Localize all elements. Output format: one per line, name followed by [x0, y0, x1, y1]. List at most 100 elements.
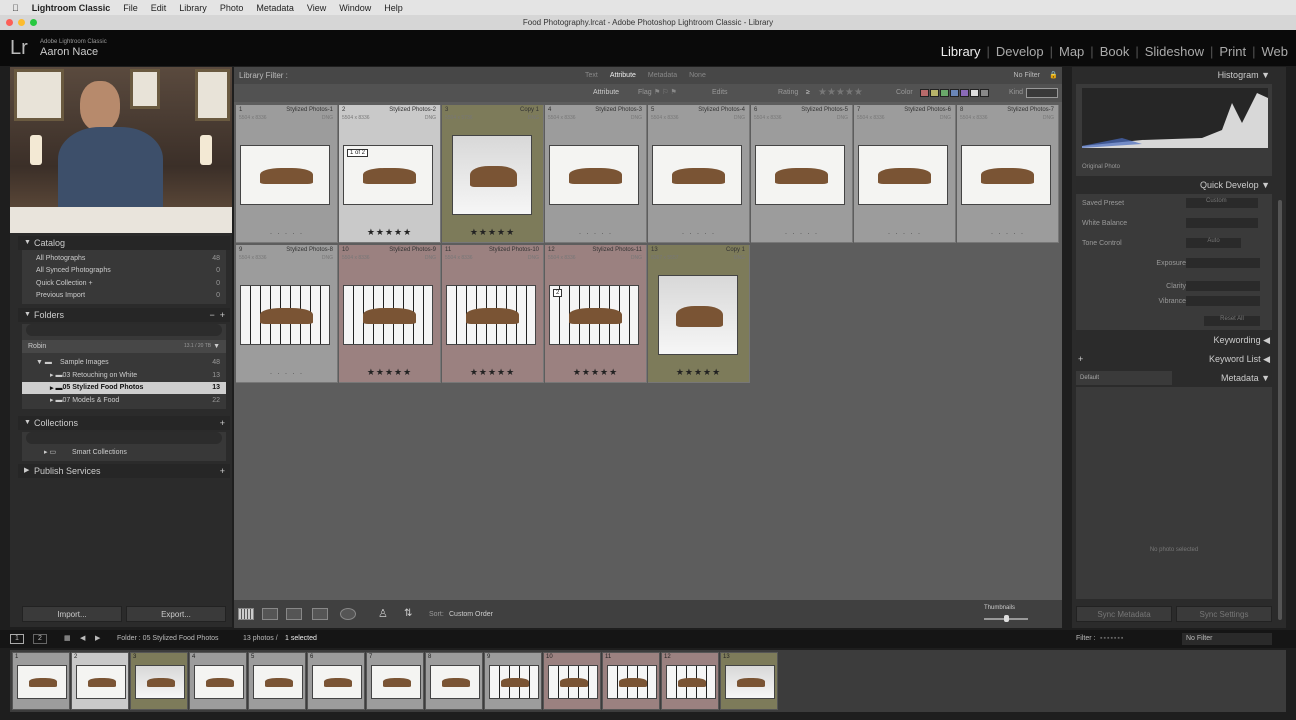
catalog-item[interactable]: All Synced Photographs 0: [22, 265, 226, 278]
folder-item[interactable]: ▸ ▬ 07 Models & Food 22: [22, 394, 226, 407]
filmstrip-thumbnail[interactable]: 2: [71, 652, 129, 710]
photo-thumbnail[interactable]: [548, 665, 598, 699]
grid-icon[interactable]: ▦: [64, 630, 71, 648]
sync-metadata-button[interactable]: Sync Metadata: [1076, 606, 1172, 622]
photo-thumbnail[interactable]: [961, 145, 1051, 205]
lock-icon[interactable]: 🔒: [1049, 67, 1058, 84]
module-develop[interactable]: Develop: [996, 44, 1044, 59]
photo-thumbnail[interactable]: [240, 145, 330, 205]
sort-select[interactable]: Custom Order: [449, 611, 493, 618]
photo-thumbnail[interactable]: [452, 135, 532, 215]
grid-view-button[interactable]: [238, 608, 254, 620]
grid-cell[interactable]: 10 Stylized Photos-9 5504 x 8336 DNG ★★★★★: [339, 245, 441, 383]
photo-thumbnail[interactable]: [652, 145, 742, 205]
add-folder-button[interactable]: +: [220, 310, 225, 320]
rating-operator[interactable]: ≥: [806, 84, 810, 102]
vibrance-buttons[interactable]: [1186, 296, 1260, 306]
white-balance-select[interactable]: [1186, 218, 1258, 228]
publish-services-header[interactable]: ▶ Publish Services +: [18, 464, 230, 478]
photo-thumbnail[interactable]: [755, 145, 845, 205]
star-rating[interactable]: ★★★★★: [648, 367, 749, 378]
quick-develop-header[interactable]: Quick Develop ▼: [1076, 178, 1276, 192]
import-button[interactable]: Import...: [22, 606, 122, 622]
menu-metadata[interactable]: Metadata: [256, 3, 294, 13]
star-rating[interactable]: · · · · ·: [236, 228, 337, 238]
compare-view-button[interactable]: [286, 608, 302, 620]
catalog-item[interactable]: Previous Import 0: [22, 290, 226, 303]
star-rating[interactable]: · · · · ·: [957, 228, 1058, 238]
photo-thumbnail[interactable]: [312, 665, 362, 699]
folder-path[interactable]: Folder : 05 Stylized Food Photos: [117, 630, 219, 648]
color-label-swatch[interactable]: [940, 89, 949, 97]
sort-direction-icon[interactable]: ⇅: [404, 608, 412, 619]
catalog-item[interactable]: All Photographs 48: [22, 252, 226, 265]
right-panel-scrollbar[interactable]: [1278, 200, 1282, 620]
star-rating[interactable]: · · · · ·: [648, 228, 749, 238]
clarity-buttons[interactable]: [1186, 281, 1260, 291]
forward-arrow-icon[interactable]: ▶: [95, 630, 100, 648]
color-label-swatch[interactable]: [970, 89, 979, 97]
minimize-button[interactable]: [18, 19, 25, 26]
filmstrip-thumbnail[interactable]: 6: [307, 652, 365, 710]
photo-thumbnail[interactable]: [666, 665, 716, 699]
filmstrip-thumbnail[interactable]: 12: [661, 652, 719, 710]
kind-filter-buttons[interactable]: [1026, 88, 1058, 98]
module-map[interactable]: Map: [1059, 44, 1084, 59]
folders-header[interactable]: ▼ Folders − +: [18, 308, 230, 322]
star-rating[interactable]: · · · · ·: [854, 228, 955, 238]
folder-search-input[interactable]: [26, 324, 222, 336]
menu-view[interactable]: View: [307, 3, 326, 13]
color-label-swatch[interactable]: [930, 89, 939, 97]
folder-item[interactable]: ▸ ▬ 03 Retouching on White 13: [22, 369, 226, 382]
filter-tab-metadata[interactable]: Metadata: [648, 72, 677, 79]
grid-cell[interactable]: 12 Stylized Photos-11 5504 x 8336 DNG 2 ★★★★★: [545, 245, 647, 383]
metadata-header[interactable]: Default Metadata ▼: [1076, 371, 1276, 385]
photo-thumbnail[interactable]: [607, 665, 657, 699]
star-rating[interactable]: · · · · ·: [545, 228, 646, 238]
remove-folder-button[interactable]: −: [209, 310, 214, 320]
filmstrip-thumbnail[interactable]: 3: [130, 652, 188, 710]
menu-photo[interactable]: Photo: [220, 3, 244, 13]
photo-thumbnail[interactable]: [253, 665, 303, 699]
filmstrip-thumbnail[interactable]: 9: [484, 652, 542, 710]
folder-sample-images[interactable]: ▼ ▬ Sample Images 48: [22, 357, 226, 370]
grid-cell[interactable]: 8 Stylized Photos-7 5504 x 8336 DNG · · · · …: [957, 105, 1059, 243]
add-keyword-button[interactable]: +: [1076, 352, 1083, 366]
color-label-swatch[interactable]: [960, 89, 969, 97]
filmstrip-filter-icons[interactable]: ▪▪▪▪▪▪▪: [1100, 630, 1124, 648]
keyword-list-header[interactable]: + Keyword List ◀: [1076, 352, 1276, 366]
loupe-view-button[interactable]: [262, 608, 278, 620]
color-label-swatch[interactable]: [950, 89, 959, 97]
menu-window[interactable]: Window: [339, 3, 371, 13]
menu-help[interactable]: Help: [384, 3, 403, 13]
photo-thumbnail[interactable]: [371, 665, 421, 699]
add-collection-button[interactable]: +: [220, 416, 230, 430]
second-window-button[interactable]: 2: [33, 634, 47, 644]
star-rating[interactable]: ★★★★★: [442, 367, 543, 378]
histogram-header[interactable]: Histogram ▼: [1076, 68, 1276, 82]
photo-thumbnail[interactable]: [725, 665, 775, 699]
selection-count[interactable]: 1 selected: [285, 630, 317, 648]
thumbnail-size-slider[interactable]: [984, 615, 1028, 622]
filter-tab-none[interactable]: None: [689, 72, 706, 79]
rating-filter-stars[interactable]: ★★★★★: [818, 84, 863, 102]
filmstrip-thumbnail[interactable]: 10: [543, 652, 601, 710]
reset-all-button[interactable]: Reset All: [1204, 316, 1260, 326]
color-label-swatch[interactable]: [980, 89, 989, 97]
photo-thumbnail[interactable]: [17, 665, 67, 699]
survey-view-button[interactable]: [312, 608, 328, 620]
module-slideshow[interactable]: Slideshow: [1145, 44, 1204, 59]
volume-robin[interactable]: Robin 13.1 / 20 TB ▼: [22, 340, 226, 353]
filmstrip-thumbnail[interactable]: 13: [720, 652, 778, 710]
photo-thumbnail[interactable]: [489, 665, 539, 699]
star-rating[interactable]: · · · · ·: [236, 368, 337, 378]
star-rating[interactable]: ★★★★★: [339, 367, 440, 378]
menu-library[interactable]: Library: [179, 3, 207, 13]
filmstrip-thumbnail[interactable]: 1: [12, 652, 70, 710]
grid-cell[interactable]: 5 Stylized Photos-4 5504 x 8336 DNG · · · · …: [648, 105, 750, 243]
module-web[interactable]: Web: [1262, 44, 1289, 59]
export-button[interactable]: Export...: [126, 606, 226, 622]
flag-filter-icons[interactable]: ⚑ ⚐ ⚑: [654, 84, 677, 102]
grid-cell[interactable]: 9 Stylized Photos-8 5504 x 8336 DNG · · · · …: [236, 245, 338, 383]
grid-cell[interactable]: 4 Stylized Photos-3 5504 x 8336 DNG · · · · …: [545, 105, 647, 243]
